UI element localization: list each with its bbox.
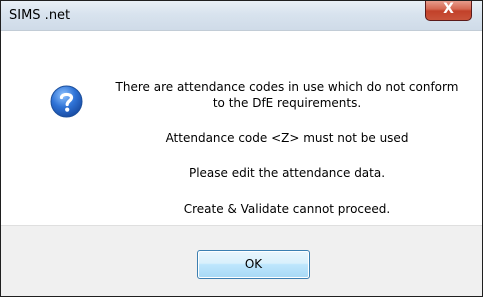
message-line-2: to the DfE requirements. xyxy=(212,96,362,110)
message-line-1: There are attendance codes in use which … xyxy=(115,80,459,94)
message-area: There are attendance codes in use which … xyxy=(1,31,482,225)
question-icon xyxy=(50,85,83,118)
window-title: SIMS .net xyxy=(9,8,71,23)
message-line-4: Please edit the attendance data. xyxy=(188,166,386,180)
dialog-window: SIMS .net X There are attendance codes i… xyxy=(0,0,483,297)
ok-button[interactable]: OK xyxy=(197,250,310,279)
title-bar[interactable]: SIMS .net X xyxy=(1,1,482,31)
message-line-3: Attendance code <Z> must not be used xyxy=(165,131,409,145)
close-icon: X xyxy=(443,1,454,17)
button-bar: OK xyxy=(1,225,482,296)
message-line-5: Create & Validate cannot proceed. xyxy=(183,202,391,216)
close-button[interactable]: X xyxy=(425,1,472,21)
